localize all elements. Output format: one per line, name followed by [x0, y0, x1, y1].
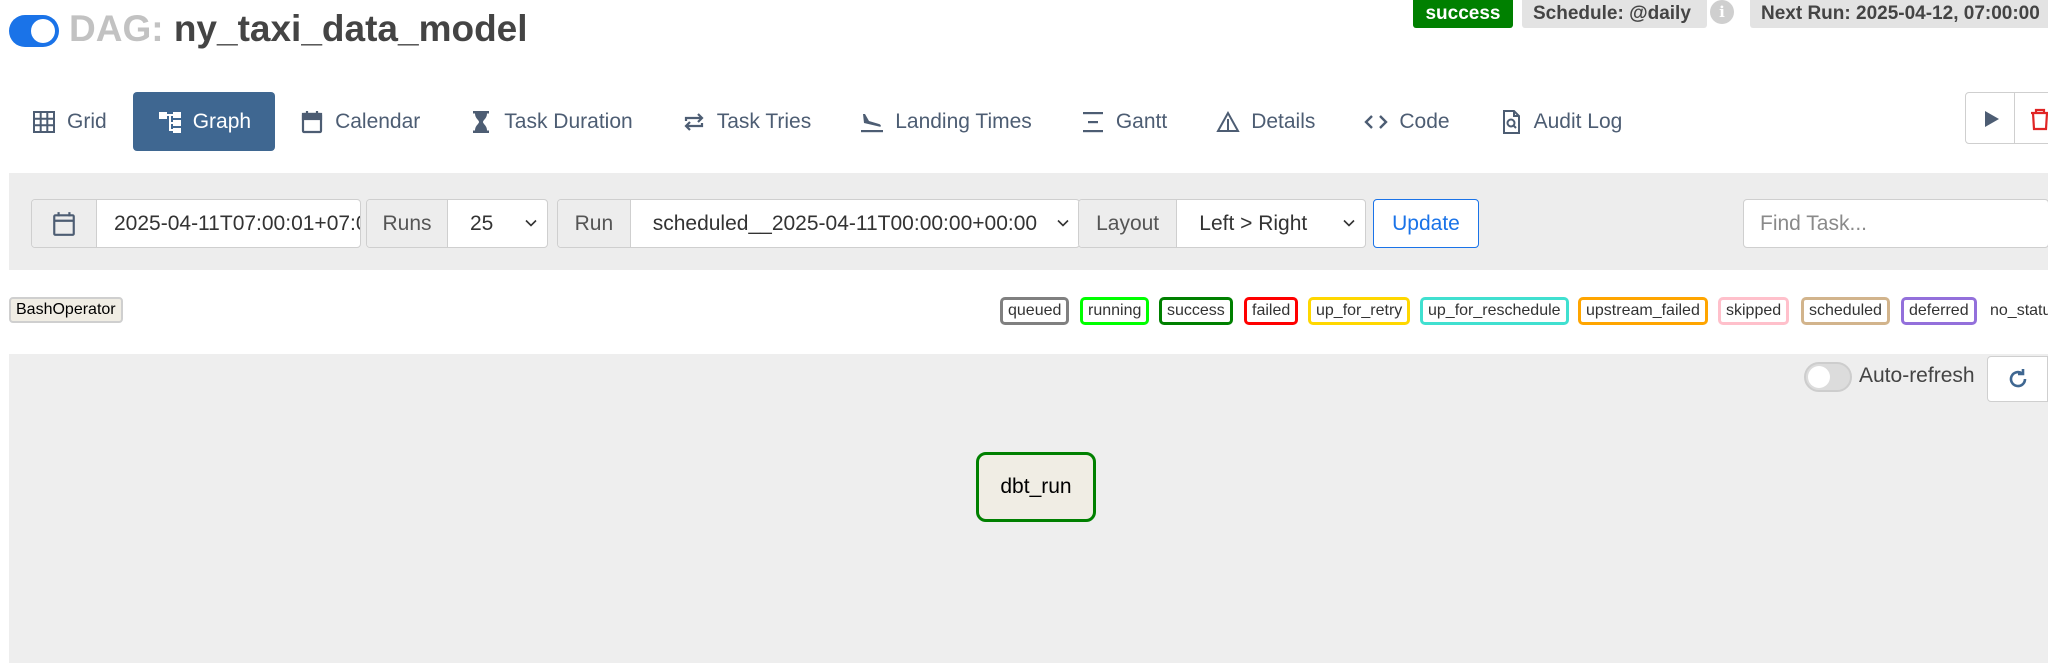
tab-label: Task Tries	[716, 109, 812, 133]
trash-icon	[2031, 108, 2048, 131]
graph-icon	[157, 109, 183, 135]
find-task-input[interactable]	[1743, 199, 2048, 248]
tab-label: Gantt	[1115, 109, 1168, 133]
legend-state[interactable]: skipped	[1718, 297, 1790, 325]
calendar-icon	[53, 211, 75, 236]
next-run-badge: Next Run: 2025-04-12, 07:00:00	[1750, 0, 2048, 28]
hourglass-icon	[468, 109, 494, 135]
run-select[interactable]: scheduled__2025-04-11T00:00:00+00:00	[631, 200, 1079, 247]
legend-state[interactable]: success	[1159, 297, 1233, 325]
tab-details[interactable]: Details	[1191, 92, 1339, 151]
schedule-badge: Schedule: @daily	[1522, 0, 1707, 28]
legend-state[interactable]: no_status	[1985, 297, 2048, 325]
auto-refresh-label: Auto-refresh	[1859, 364, 1975, 387]
layout-select[interactable]: Left > Right	[1177, 200, 1365, 247]
auto-refresh-toggle[interactable]	[1804, 362, 1852, 392]
grid-icon	[31, 109, 57, 135]
base-date-group: 2025-04-11T07:00:01+07:00	[31, 199, 361, 248]
tab-audit-log[interactable]: Audit Log	[1474, 92, 1647, 151]
run-label: Run	[558, 200, 631, 247]
legend-state[interactable]: up_for_retry	[1308, 297, 1411, 325]
code-icon	[1363, 109, 1389, 135]
legend-state[interactable]: upstream_failed	[1578, 297, 1708, 325]
trigger-dag-button[interactable]	[1965, 92, 2015, 144]
plane-landing-icon	[859, 109, 885, 135]
tab-code[interactable]: Code	[1339, 92, 1473, 151]
play-icon	[1985, 111, 1999, 127]
tab-label: Audit Log	[1533, 109, 1623, 133]
tab-label: Graph	[192, 109, 252, 133]
dag-pause-toggle[interactable]	[9, 15, 59, 47]
tab-label: Code	[1399, 109, 1450, 133]
refresh-icon	[2009, 369, 2026, 388]
tab-graph[interactable]: Graph	[132, 92, 276, 151]
gantt-icon	[1080, 109, 1106, 135]
dag-view-tabs: Grid Graph Calendar Task Duration Task T…	[9, 92, 1646, 151]
tab-label: Calendar	[335, 109, 421, 133]
legend-state[interactable]: scheduled	[1801, 297, 1890, 325]
delete-dag-button[interactable]	[2014, 92, 2048, 144]
operator-legend-bashoperator[interactable]: BashOperator	[9, 297, 123, 323]
tab-gantt[interactable]: Gantt	[1056, 92, 1191, 151]
tab-calendar[interactable]: Calendar	[275, 92, 444, 151]
tab-label: Grid	[67, 109, 107, 133]
legend-state[interactable]: up_for_reschedule	[1420, 297, 1569, 325]
tab-task-tries[interactable]: Task Tries	[657, 92, 836, 151]
runs-select[interactable]: 25	[448, 200, 547, 247]
layout-group: Layout Left > Right	[1078, 199, 1366, 248]
repeat-icon	[681, 109, 707, 135]
legend-state[interactable]: running	[1080, 297, 1150, 325]
graph-filter-bar: 2025-04-11T07:00:01+07:00 Runs 25 Run sc…	[9, 173, 2048, 270]
warning-triangle-icon	[1215, 109, 1241, 135]
chevron-down-icon	[525, 219, 537, 227]
info-icon[interactable]: i	[1710, 0, 1734, 24]
runs-group: Runs 25	[366, 199, 548, 248]
tab-grid[interactable]: Grid	[9, 92, 131, 151]
legend-state[interactable]: deferred	[1901, 297, 1977, 325]
base-date-input[interactable]: 2025-04-11T07:00:01+07:00	[97, 200, 360, 247]
tab-task-duration[interactable]: Task Duration	[444, 92, 656, 151]
task-node-dbt-run[interactable]: dbt_run	[976, 452, 1096, 522]
tab-label: Task Duration	[504, 109, 633, 133]
tab-label: Landing Times	[895, 109, 1032, 133]
refresh-button[interactable]	[1987, 356, 2048, 402]
tab-landing-times[interactable]: Landing Times	[835, 92, 1056, 151]
calendar-icon	[299, 109, 325, 135]
dag-status-badge: success	[1413, 0, 1513, 28]
dag-id: ny_taxi_data_model	[173, 8, 528, 49]
chevron-down-icon	[1343, 219, 1355, 227]
chevron-down-icon	[1057, 219, 1069, 227]
file-search-icon	[1498, 109, 1524, 135]
run-group: Run scheduled__2025-04-11T00:00:00+00:00	[557, 199, 1080, 248]
layout-label: Layout	[1079, 200, 1178, 247]
dag-prefix: DAG:	[69, 8, 164, 49]
layout-value: Left > Right	[1199, 211, 1308, 235]
dag-title: DAG: ny_taxi_data_model	[69, 6, 528, 52]
runs-value: 25	[469, 211, 494, 235]
tab-label: Details	[1251, 109, 1316, 133]
calendar-picker-button[interactable]	[32, 200, 97, 247]
legend-state[interactable]: failed	[1244, 297, 1299, 325]
legend-state[interactable]: queued	[1000, 297, 1070, 325]
update-button[interactable]: Update	[1373, 199, 1479, 248]
runs-label: Runs	[367, 200, 448, 247]
run-value: scheduled__2025-04-11T00:00:00+00:00	[652, 211, 1038, 235]
